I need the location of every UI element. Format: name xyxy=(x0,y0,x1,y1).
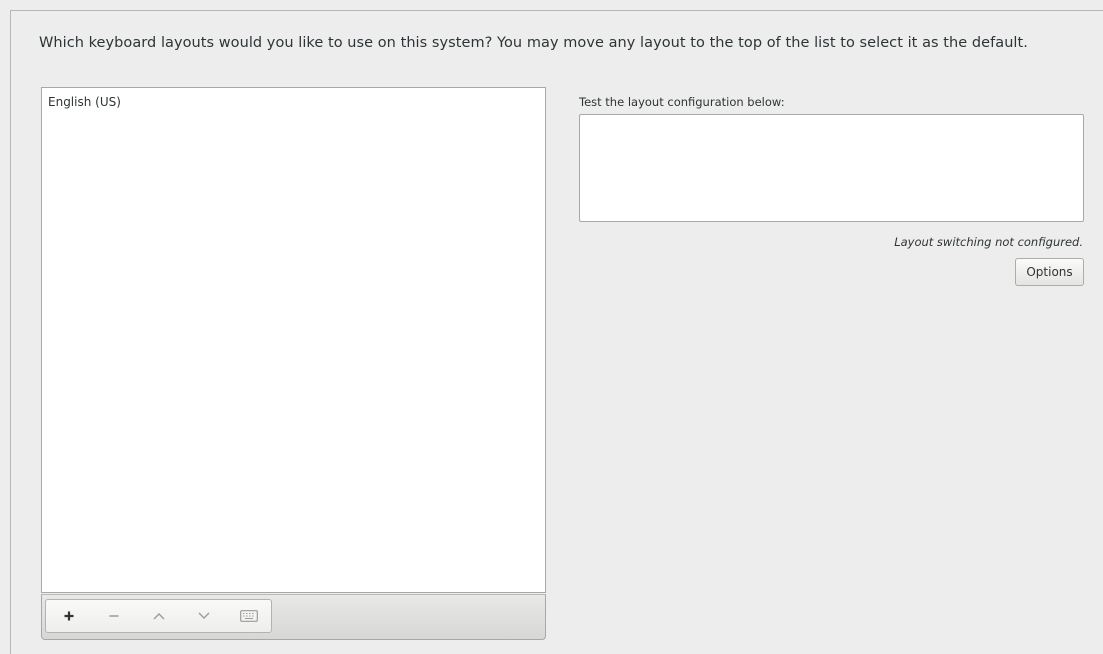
instructions-text: Which keyboard layouts would you like to… xyxy=(39,35,1028,51)
chevron-down-icon xyxy=(198,612,209,619)
layout-list-toolbar xyxy=(41,594,546,640)
keyboard-icon xyxy=(239,610,258,622)
test-layout-textarea[interactable] xyxy=(579,114,1084,222)
plus-icon xyxy=(64,611,73,621)
remove-layout-button[interactable] xyxy=(91,600,136,632)
test-layout-label: Test the layout configuration below: xyxy=(579,95,785,109)
layout-list[interactable]: English (US) xyxy=(41,87,546,593)
move-down-button[interactable] xyxy=(181,600,226,632)
preview-layout-button[interactable] xyxy=(226,600,271,632)
keyboard-layout-spoke: Which keyboard layouts would you like to… xyxy=(10,10,1103,654)
toolbar-button-group xyxy=(45,599,272,633)
move-up-button[interactable] xyxy=(136,600,181,632)
options-button[interactable]: Options xyxy=(1015,258,1084,286)
add-layout-button[interactable] xyxy=(46,600,91,632)
layout-list-item[interactable]: English (US) xyxy=(42,88,545,109)
chevron-up-icon xyxy=(153,613,164,620)
minus-icon xyxy=(109,615,118,617)
layout-switching-status: Layout switching not configured. xyxy=(894,235,1083,249)
